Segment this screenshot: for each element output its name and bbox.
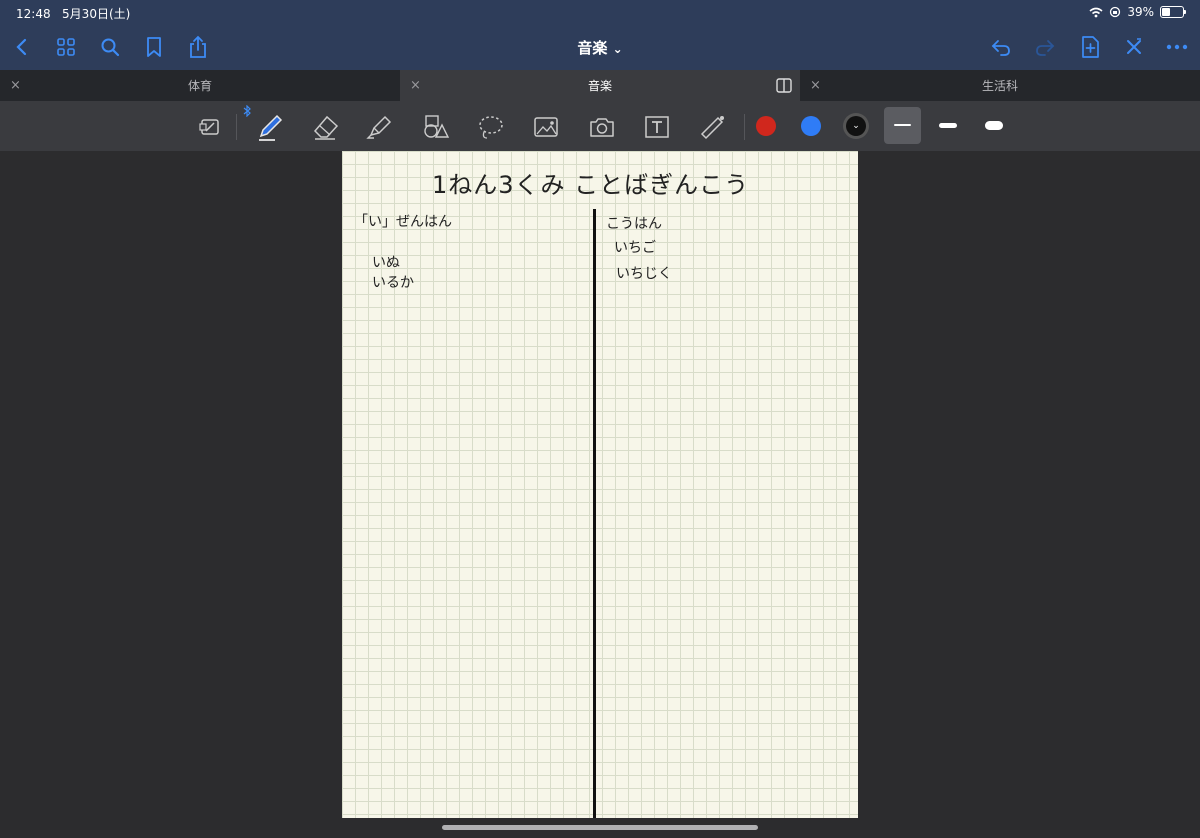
document-title[interactable]: 音楽 ⌄ xyxy=(577,39,622,57)
tab-taiiku[interactable]: × 体育 xyxy=(0,70,400,101)
tab-label: 音楽 xyxy=(587,79,612,93)
top-bar: 12:48 5月30日(土) 39% 音楽 ⌄ xyxy=(0,0,1200,70)
bluetooth-icon xyxy=(240,103,254,119)
document-title-area: 音楽 ⌄ xyxy=(0,37,1200,58)
right-word: いちご xyxy=(614,240,656,256)
tool-bar xyxy=(0,101,1200,151)
wifi-icon xyxy=(1089,7,1103,17)
share-icon[interactable] xyxy=(186,35,210,59)
camera-icon[interactable] xyxy=(586,111,618,143)
color-swatch-red[interactable] xyxy=(756,116,776,136)
status-bar-left: 12:48 5月30日(土) xyxy=(16,5,130,22)
tab-close-button[interactable]: × xyxy=(410,78,421,93)
split-view-icon[interactable] xyxy=(776,78,792,96)
toolbar-divider xyxy=(744,114,745,140)
bookmark-icon[interactable] xyxy=(142,35,166,59)
shapes-icon[interactable] xyxy=(419,111,451,143)
text-icon[interactable] xyxy=(641,111,673,143)
tab-ongaku[interactable]: × 音楽 xyxy=(400,70,800,101)
tab-close-button[interactable]: × xyxy=(810,78,821,93)
redo-icon[interactable] xyxy=(1033,35,1057,59)
image-icon[interactable] xyxy=(530,111,562,143)
orientation-lock-icon xyxy=(1110,6,1121,18)
chevron-down-icon: ⌄ xyxy=(612,42,623,56)
status-date: 5月30日(土) xyxy=(62,7,131,21)
chevron-down-icon: ⌄ xyxy=(852,120,860,131)
highlighter-icon[interactable] xyxy=(364,111,396,143)
left-word: いるか xyxy=(372,275,414,291)
more-icon[interactable] xyxy=(1165,35,1189,59)
close-tool-icon[interactable] xyxy=(1122,35,1146,59)
tab-bar: × 体育 × 音楽 × 生活科 xyxy=(0,70,1200,102)
color-swatch-blue[interactable] xyxy=(801,116,821,136)
stroke-width-medium[interactable] xyxy=(939,123,957,128)
read-only-icon[interactable] xyxy=(194,111,226,143)
right-word: いちじく xyxy=(616,266,672,282)
eraser-icon[interactable] xyxy=(310,111,342,143)
pen-icon[interactable] xyxy=(254,111,286,143)
back-icon[interactable] xyxy=(10,35,34,59)
document-title-text: 音楽 xyxy=(577,39,608,57)
search-icon[interactable] xyxy=(98,35,122,59)
right-heading: こうはん xyxy=(606,216,662,232)
toolbar-divider xyxy=(236,114,237,140)
tab-close-button[interactable]: × xyxy=(10,78,21,93)
stroke-width-thick[interactable] xyxy=(985,121,1003,130)
laser-icon[interactable] xyxy=(697,111,729,143)
undo-icon[interactable] xyxy=(989,35,1013,59)
left-word: いぬ xyxy=(372,255,400,271)
battery-percent: 39% xyxy=(1127,5,1154,19)
left-heading: 「い」ぜんはん xyxy=(354,214,452,230)
stroke-width-thin[interactable] xyxy=(894,124,911,126)
status-time: 12:48 xyxy=(16,7,51,21)
tab-seikatsuka[interactable]: × 生活科 xyxy=(800,70,1200,101)
add-page-icon[interactable] xyxy=(1078,35,1102,59)
status-bar-right: 39% xyxy=(1089,5,1186,19)
tab-label: 生活科 xyxy=(981,79,1018,93)
grid-icon[interactable] xyxy=(54,35,78,59)
divider-line xyxy=(593,209,596,818)
battery-icon xyxy=(1160,6,1186,18)
home-indicator[interactable] xyxy=(442,825,758,830)
note-title: 1ねん3くみ ことばぎんこう xyxy=(432,171,750,199)
lasso-icon[interactable] xyxy=(474,111,506,143)
tab-label: 体育 xyxy=(187,79,212,93)
color-swatch-black[interactable]: ⌄ xyxy=(846,116,866,136)
note-page[interactable]: 1ねん3くみ ことばぎんこう 「い」ぜんはん いぬ いるか こうはん いちご い… xyxy=(342,151,858,818)
color-swatch-selected-ring[interactable]: ⌄ xyxy=(843,113,869,139)
